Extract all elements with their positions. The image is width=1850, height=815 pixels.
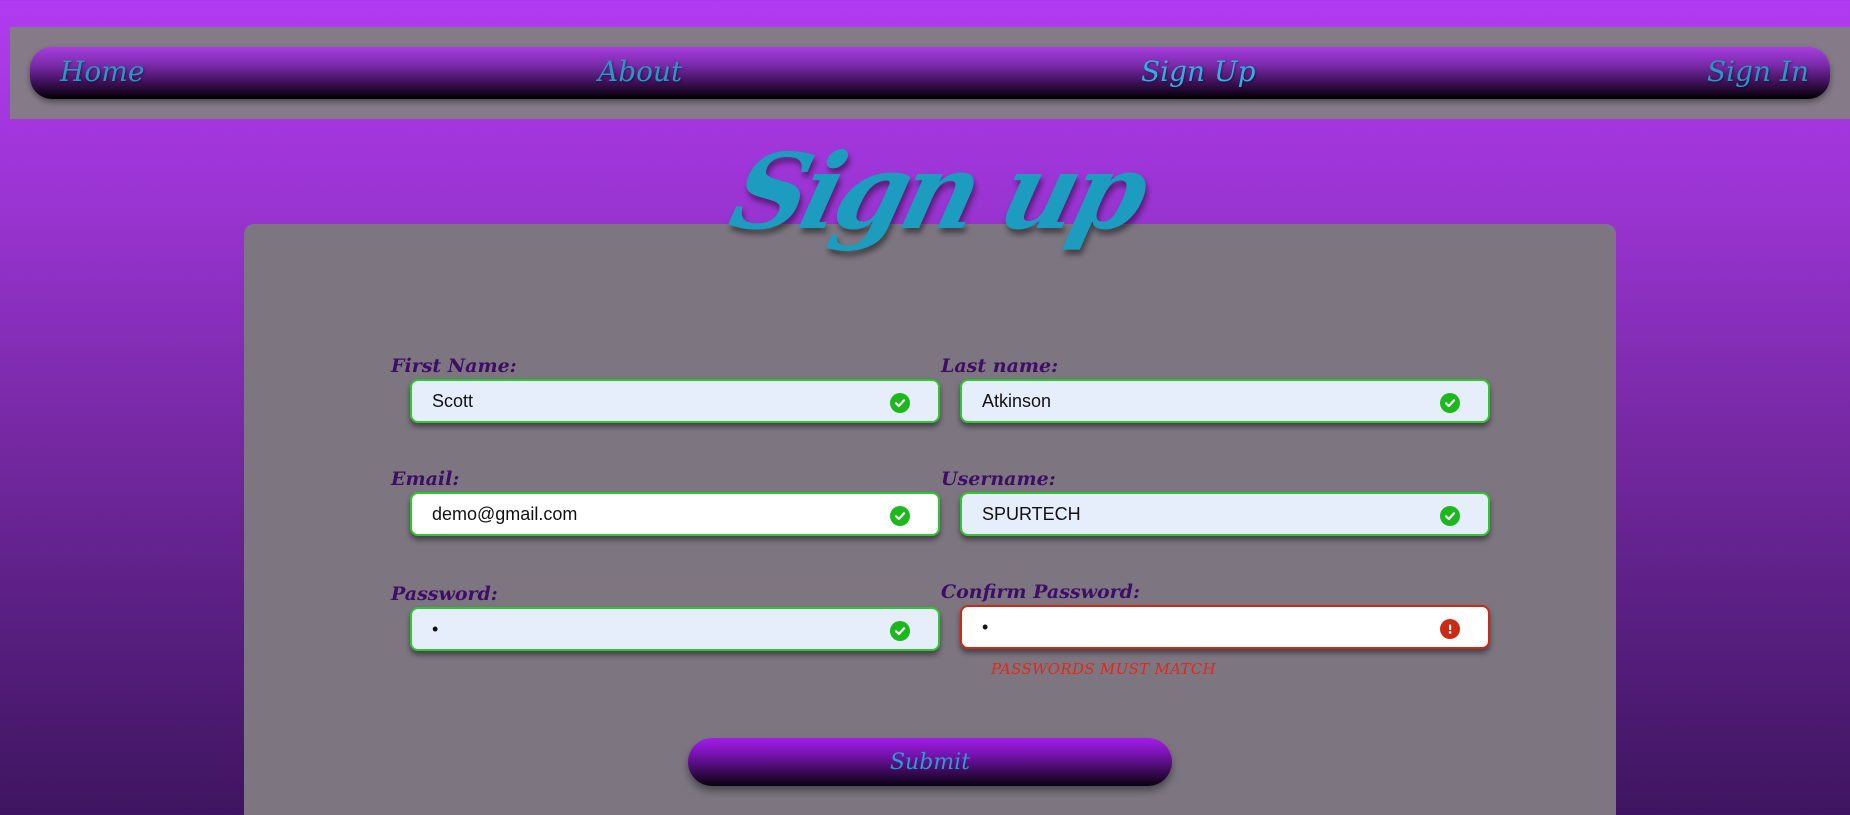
nav-signup-link[interactable]: Sign Up (1141, 55, 1256, 88)
last-name-field[interactable]: Atkinson (960, 379, 1490, 423)
nav-signin-link[interactable]: Sign In (1707, 55, 1809, 88)
email-label: Email: (391, 468, 460, 490)
first-name-value: Scott (432, 391, 474, 411)
submit-button[interactable]: Submit (688, 738, 1172, 786)
exclamation-circle-icon (1440, 619, 1460, 639)
check-circle-icon (1440, 393, 1460, 413)
first-name-label: First Name: (391, 355, 517, 377)
check-circle-icon (890, 393, 910, 413)
username-field[interactable]: SPURTECH (960, 492, 1490, 536)
confirm-password-label: Confirm Password: (941, 581, 1140, 603)
check-circle-icon (1440, 506, 1460, 526)
last-name-value: Atkinson (982, 391, 1052, 411)
password-label: Password: (391, 583, 498, 605)
nav-home-link[interactable]: Home (60, 55, 144, 88)
last-name-label: Last name: (941, 355, 1059, 377)
username-value: SPURTECH (982, 504, 1081, 524)
email-field[interactable]: demo@gmail.com (410, 492, 940, 536)
confirm-password-field[interactable]: • (960, 605, 1490, 649)
check-circle-icon (890, 506, 910, 526)
nav-bar: Home About Sign Up Sign In (30, 47, 1830, 99)
password-value: • (432, 619, 439, 639)
nav-container: Home About Sign Up Sign In (10, 27, 1850, 119)
page-title: Sign up (719, 130, 1156, 253)
password-field[interactable]: • (410, 607, 940, 651)
email-value: demo@gmail.com (432, 504, 578, 524)
first-name-field[interactable]: Scott (410, 379, 940, 423)
check-circle-icon (890, 621, 910, 641)
password-mismatch-error: PASSWORDS MUST MATCH (991, 660, 1216, 678)
confirm-password-value: • (982, 617, 989, 637)
username-label: Username: (941, 468, 1056, 490)
nav-about-link[interactable]: About (598, 55, 682, 88)
